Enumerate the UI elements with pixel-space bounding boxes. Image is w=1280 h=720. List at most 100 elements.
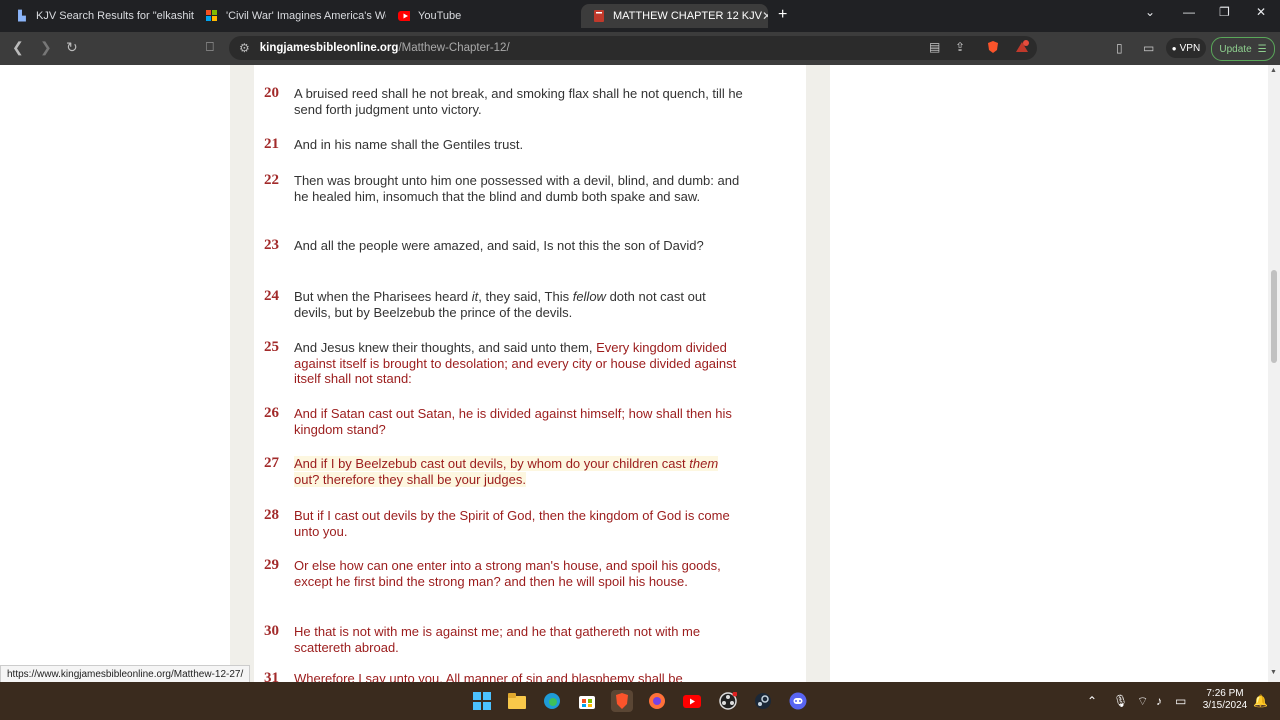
site-settings-icon[interactable]: ⚙ (239, 41, 250, 55)
share-icon[interactable]: ⇪ (955, 40, 965, 54)
url-path: /Matthew-Chapter-12/ (398, 42, 510, 54)
left-gutter (230, 65, 254, 682)
tray-overflow-icon[interactable]: ⌃ (1087, 694, 1097, 708)
windows-taskbar: ⌃ 🎙 ⌔ ♪ ▭ 7:26 PM 3/15/2024 🔔 (0, 682, 1280, 720)
url-host: kingjamesbibleonline.org (259, 42, 399, 54)
verse-number[interactable]: 24 (264, 288, 290, 305)
verse-number[interactable]: 21 (264, 136, 290, 153)
verse-number[interactable]: 31 (264, 670, 290, 682)
verse-text-segment: And if I by Beelzebub cast out devils, b… (294, 456, 690, 471)
verse-number[interactable]: 20 (264, 85, 290, 102)
verse-22: 22 Then was brought unto him one possesse… (264, 172, 744, 204)
verse-31: 31 Wherefore I say unto you, All manner o… (264, 670, 744, 682)
verse-text: And all the people were amazed, and said… (294, 238, 704, 253)
edge-icon[interactable] (541, 690, 563, 712)
file-explorer-icon[interactable] (506, 690, 528, 712)
system-clock[interactable]: 7:26 PM 3/15/2024 (1200, 688, 1250, 712)
tab-youtube[interactable]: YouTube (386, 4, 576, 28)
verse-text: And in his name shall the Gentiles trust… (294, 137, 523, 152)
verse-text: Or else how can one enter into a strong … (294, 558, 721, 589)
address-bar[interactable]: ⚙ kingjamesbibleonline.org /Matthew-Chap… (229, 36, 1037, 60)
tab-label: MATTHEW CHAPTER 12 KJV (613, 10, 762, 22)
tab-label: YouTube (418, 10, 462, 22)
obs-icon[interactable] (717, 690, 739, 712)
window-close-icon[interactable]: ✕ (1256, 5, 1266, 19)
youtube-app-icon[interactable] (681, 690, 703, 712)
update-button[interactable]: Update ☰ (1211, 37, 1275, 61)
verse-text: And if Satan cast out Satan, he is divid… (294, 406, 732, 437)
verse-text-segment: Wherefore I say unto you, All manner of … (294, 671, 683, 682)
reader-mode-icon[interactable]: ▤ (929, 40, 940, 54)
verse-text-segment: And if Satan cast out Satan, he is divid… (294, 406, 732, 437)
vpn-button[interactable]: ● VPN (1166, 38, 1206, 58)
vpn-status-icon: ● (1171, 43, 1177, 53)
tab-label: 'Civil War' Imagines America's Worst (226, 10, 386, 22)
verse-28: 28 But if I cast out devils by the Spirit… (264, 507, 744, 539)
verse-text-segment: A bruised reed shall he not break, and s… (294, 86, 743, 117)
restore-icon[interactable]: ❐ (1219, 5, 1230, 19)
verse-number[interactable]: 28 (264, 507, 290, 524)
tab-label: KJV Search Results for "elkashite" (36, 10, 194, 22)
start-icon[interactable] (471, 690, 493, 712)
verse-text: But if I cast out devils by the Spirit o… (294, 508, 730, 539)
verse-number[interactable]: 29 (264, 557, 290, 574)
verse-text-segment: , they said, This (478, 289, 573, 304)
brave-shields-icon[interactable] (986, 40, 1000, 57)
verse-29: 29 Or else how can one enter into a stron… (264, 557, 744, 589)
scrollbar-thumb[interactable] (1271, 270, 1277, 363)
wifi-icon[interactable]: ⌔ (1137, 694, 1148, 709)
verse-number[interactable]: 23 (264, 237, 290, 254)
verse-text: Then was brought unto him one possessed … (294, 173, 739, 204)
brave-browser-icon[interactable] (611, 690, 633, 712)
verse-text-segment: out? therefore they shall be your judges… (294, 471, 526, 487)
vertical-scrollbar[interactable]: ▲ ▼ (1268, 65, 1280, 682)
microsoft-store-icon[interactable] (576, 690, 598, 712)
verse-text-segment: He that is not with me is against me; an… (294, 624, 701, 655)
verse-number[interactable]: 26 (264, 405, 290, 422)
tab-strip: ▙ KJV Search Results for "elkashite" 'Ci… (0, 0, 1280, 32)
verse-text: But when the Pharisees heard it, they sa… (294, 289, 706, 320)
verse-number[interactable]: 22 (264, 172, 290, 189)
discord-icon[interactable] (787, 690, 809, 712)
forward-icon[interactable]: ❯ (40, 39, 52, 56)
chapter-content: 20 A bruised reed shall he not break, and… (254, 65, 806, 682)
verse-text-segment: fellow (572, 289, 606, 304)
sidebar-icon[interactable]: ▯ (1116, 41, 1123, 55)
verse-text-segment: them (689, 456, 719, 471)
steam-icon[interactable] (752, 690, 774, 712)
minimize-icon[interactable]: — (1183, 5, 1195, 19)
msn-icon (206, 10, 218, 22)
menu-icon: ☰ (1257, 43, 1267, 55)
tab-civil-war[interactable]: 'Civil War' Imagines America's Worst (194, 4, 386, 28)
wallet-icon[interactable]: ▭ (1143, 41, 1154, 55)
tab-matthew-12[interactable]: MATTHEW CHAPTER 12 KJV ✕ (581, 4, 768, 28)
scroll-up-icon[interactable]: ▲ (1270, 67, 1277, 74)
tab-search-chevron-icon[interactable]: ⌄ (1145, 5, 1155, 19)
verse-text-segment: But if I cast out devils by the Spirit o… (294, 508, 730, 539)
web-page: 20 A bruised reed shall he not break, and… (0, 65, 1268, 682)
verse-text-segment: And Jesus knew their thoughts, and said … (294, 340, 597, 355)
reload-icon[interactable]: ↻ (66, 39, 78, 56)
volume-icon[interactable]: ♪ (1156, 694, 1162, 708)
brave-rewards-icon[interactable] (1015, 40, 1029, 57)
verse-text-segment: Or else how can one enter into a strong … (294, 558, 721, 589)
back-icon[interactable]: ❮ (12, 39, 24, 56)
bookmark-icon[interactable]: ⎕ (206, 39, 214, 55)
microphone-icon[interactable]: 🎙 (1113, 694, 1128, 708)
battery-icon[interactable]: ▭ (1175, 694, 1186, 708)
verse-26: 26 And if Satan cast out Satan, he is div… (264, 405, 744, 437)
scroll-down-icon[interactable]: ▼ (1270, 669, 1277, 676)
verse-20: 20 A bruised reed shall he not break, and… (264, 85, 744, 117)
verse-30: 30 He that is not with me is against me; … (264, 623, 744, 655)
close-tab-icon[interactable]: ✕ (762, 9, 768, 23)
verse-number[interactable]: 27 (264, 455, 290, 472)
firefox-icon[interactable] (646, 690, 668, 712)
verse-text: Wherefore I say unto you, All manner of … (294, 671, 683, 682)
notification-bell-icon[interactable]: 🔔 (1253, 694, 1268, 708)
verse-25: 25 And Jesus knew their thoughts, and sai… (264, 339, 744, 387)
verse-24: 24 But when the Pharisees heard it, they … (264, 288, 744, 320)
new-tab-icon[interactable]: + (778, 6, 787, 24)
verse-number[interactable]: 25 (264, 339, 290, 356)
verse-number[interactable]: 30 (264, 623, 290, 640)
tab-kjv-search[interactable]: ▙ KJV Search Results for "elkashite" (4, 4, 194, 28)
